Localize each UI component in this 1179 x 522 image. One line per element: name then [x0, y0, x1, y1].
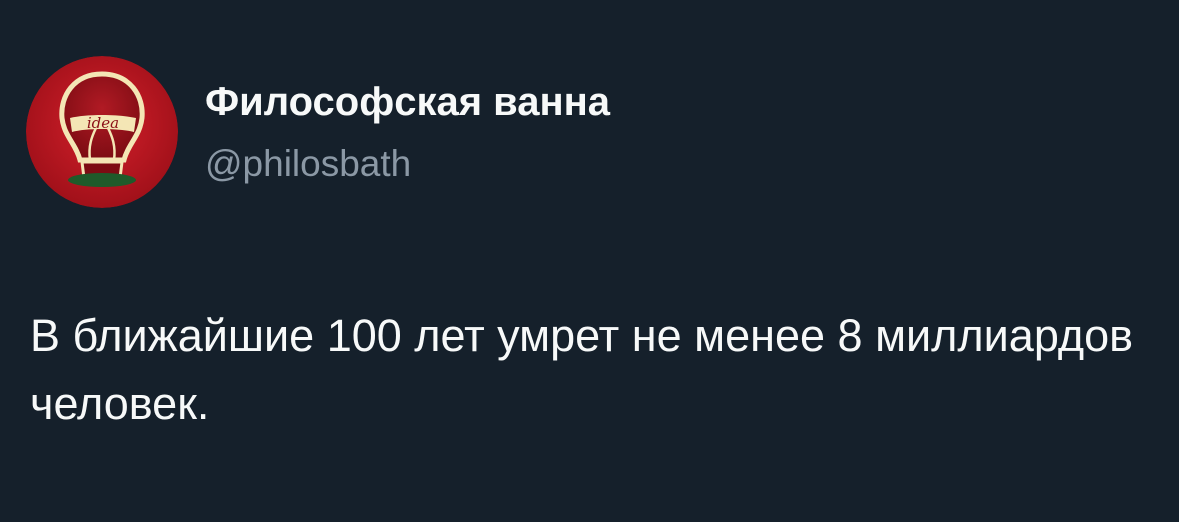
author-display-name[interactable]: Философская ванна: [205, 80, 610, 125]
tweet-card: idea Философская ванна @philosbath В бли…: [0, 0, 1179, 522]
avatar[interactable]: idea: [26, 56, 178, 208]
avatar-logo-text: idea: [87, 114, 119, 132]
author-handle[interactable]: @philosbath: [205, 143, 411, 185]
tweet-text: В ближайшие 100 лет умрет не менее 8 мил…: [30, 310, 1134, 429]
lightbulb-icon: idea: [26, 56, 178, 208]
